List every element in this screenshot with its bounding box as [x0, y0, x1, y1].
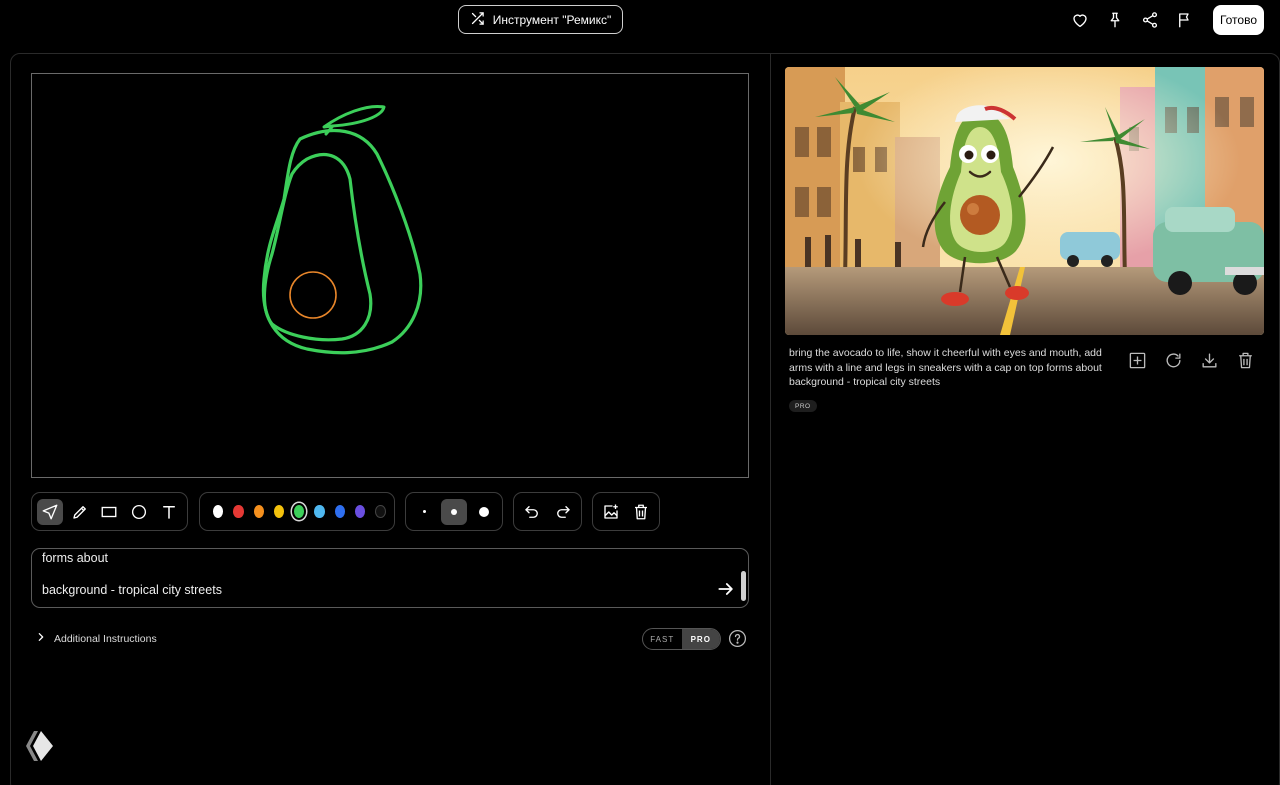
- rectangle-icon[interactable]: [97, 499, 123, 525]
- additional-instructions-toggle[interactable]: Additional Instructions: [36, 632, 157, 645]
- sketch-pit-circle: [289, 271, 337, 319]
- brush-size-large[interactable]: [471, 499, 497, 525]
- remix-tool-label: Инструмент "Ремикс": [492, 12, 612, 27]
- draw-tools-group: [31, 492, 188, 531]
- brush-size-medium[interactable]: [441, 498, 467, 525]
- add-icon[interactable]: [1128, 351, 1147, 370]
- add-image-icon[interactable]: [598, 499, 624, 525]
- result-actions: [1128, 351, 1255, 370]
- text-icon[interactable]: [156, 499, 182, 525]
- circle-icon[interactable]: [126, 499, 152, 525]
- prompt-input[interactable]: forms about background - tropical city s…: [31, 548, 749, 608]
- color-swatch-7[interactable]: [354, 505, 366, 518]
- color-swatch-6[interactable]: [334, 505, 345, 518]
- undo-icon[interactable]: [519, 499, 545, 525]
- mode-toggle[interactable]: FAST PRO: [642, 628, 721, 650]
- color-swatch-0[interactable]: [213, 505, 224, 518]
- color-swatch-4[interactable]: [294, 505, 305, 518]
- pro-badge: PRO: [789, 400, 817, 412]
- shuffle-icon: [470, 11, 485, 29]
- help-icon[interactable]: [728, 629, 747, 648]
- result-caption: bring the avocado to life, show it cheer…: [789, 347, 1102, 388]
- sketch-drawing: [261, 104, 423, 355]
- drawing-canvas[interactable]: [31, 73, 749, 478]
- flag-icon[interactable]: [1168, 6, 1203, 35]
- done-button[interactable]: Готово: [1212, 5, 1264, 35]
- canvas-actions-group: [592, 492, 660, 531]
- share-icon[interactable]: [1133, 6, 1168, 35]
- select-arrow-icon[interactable]: [37, 498, 63, 525]
- color-swatch-3[interactable]: [273, 505, 285, 518]
- heart-icon[interactable]: [1063, 6, 1098, 35]
- additional-instructions-label: Additional Instructions: [54, 632, 157, 645]
- brush-size-small[interactable]: [411, 499, 437, 525]
- chevron-right-icon: [36, 632, 46, 645]
- download-icon[interactable]: [1200, 351, 1219, 370]
- redo-icon[interactable]: [550, 499, 576, 525]
- color-swatch-8[interactable]: [375, 505, 386, 518]
- mode-pro-option[interactable]: PRO: [681, 629, 720, 649]
- sketch-inner-avocado-stroke: [262, 153, 373, 342]
- remix-tool-button[interactable]: Инструмент "Ремикс": [458, 5, 623, 34]
- trash-icon[interactable]: [1236, 351, 1255, 370]
- brand-logo-icon: [24, 730, 55, 762]
- brush-size-group: [405, 492, 503, 531]
- send-arrow-icon[interactable]: [716, 579, 736, 599]
- sketch-leaf-stroke: [322, 104, 386, 129]
- header-actions: Готово: [1063, 5, 1264, 35]
- prompt-text[interactable]: forms about background - tropical city s…: [42, 550, 682, 598]
- mode-fast-option[interactable]: FAST: [643, 629, 682, 649]
- color-palette: [199, 492, 395, 531]
- panel-divider: [770, 53, 771, 785]
- pencil-icon[interactable]: [67, 499, 93, 525]
- prompt-scrollbar[interactable]: [741, 571, 746, 601]
- generated-image[interactable]: [785, 67, 1264, 335]
- trash-icon[interactable]: [628, 499, 654, 525]
- color-swatch-2[interactable]: [253, 505, 264, 518]
- color-swatch-1[interactable]: [233, 505, 244, 518]
- color-swatch-5[interactable]: [314, 505, 325, 518]
- pin-icon[interactable]: [1098, 6, 1133, 35]
- regenerate-icon[interactable]: [1164, 351, 1183, 370]
- generated-image-illustration: [785, 67, 1264, 335]
- history-group: [513, 492, 582, 531]
